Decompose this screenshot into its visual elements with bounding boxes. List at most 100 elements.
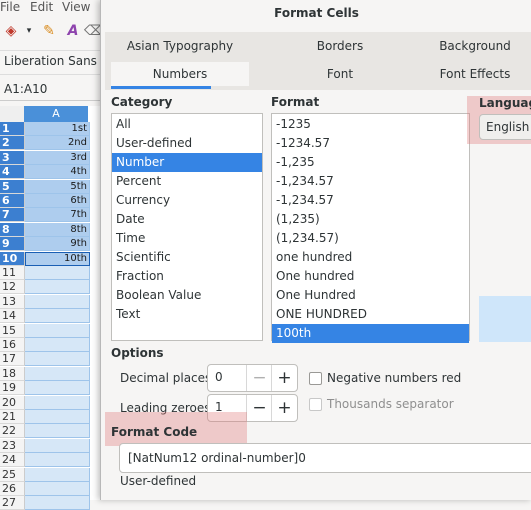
row-header[interactable]: 23 [0,438,25,453]
format-item[interactable]: ONE HUNDRED [272,305,469,324]
negative-red-checkbox[interactable]: Negative numbers red [309,371,509,385]
clone-formatting-icon[interactable]: ✎ [40,22,58,40]
cell-a15[interactable] [25,323,90,338]
category-item[interactable]: Percent [112,172,262,191]
row-header[interactable]: 8 [0,222,25,237]
cell-a17[interactable] [25,352,90,367]
row-header[interactable]: 25 [0,467,25,482]
cell-a13[interactable] [25,294,90,309]
row-header[interactable]: 17 [0,352,25,367]
row-header[interactable]: 6 [0,194,25,208]
cell-a1[interactable]: 1st [25,122,90,136]
category-item[interactable]: Time [112,229,262,248]
row-header[interactable]: 1 [0,122,25,136]
format-item[interactable]: -1234.57 [272,134,469,153]
format-item[interactable]: one hundred [272,248,469,267]
cell-a12[interactable] [25,280,90,295]
chevron-down-icon[interactable]: ▾ [20,22,38,40]
row-header[interactable]: 13 [0,294,25,309]
format-item[interactable]: One hundred [272,267,469,286]
cell-a16[interactable] [25,338,90,352]
cell-a9[interactable]: 9th [25,237,90,252]
checkbox-box[interactable] [309,372,322,385]
cell-a23[interactable] [25,438,90,453]
row-header[interactable]: 12 [0,280,25,295]
font-color-icon[interactable]: A [64,22,82,40]
row-header[interactable]: 16 [0,338,25,352]
row-header[interactable]: 14 [0,309,25,324]
menu-file[interactable]: File [0,0,20,14]
cell-a3[interactable]: 3rd [25,150,90,165]
category-item[interactable]: Number [112,153,262,172]
font-name-box[interactable]: Liberation Sans [0,50,100,75]
format-item[interactable]: One Hundred [272,286,469,305]
row-header[interactable]: 7 [0,208,25,223]
cell-a24[interactable] [25,453,90,468]
category-item[interactable]: Fraction [112,267,262,286]
checkbox-box[interactable] [309,398,322,411]
row-header[interactable]: 27 [0,496,25,510]
row-header[interactable]: 19 [0,381,25,396]
cell-a7[interactable]: 7th [25,208,90,223]
format-item[interactable]: -1,234.57 [272,172,469,191]
tab-background[interactable]: Background [425,34,525,58]
format-item[interactable]: -1,235 [272,153,469,172]
category-item[interactable]: All [112,115,262,134]
cell-a26[interactable] [25,482,90,496]
format-item[interactable]: (1,234.57) [272,229,469,248]
increment-icon[interactable]: + [271,395,297,421]
decrement-icon[interactable]: − [246,395,272,421]
column-header-a[interactable]: A [24,106,88,122]
decrement-icon[interactable]: − [246,365,272,391]
name-box[interactable]: A1:A10 [0,76,100,101]
row-header[interactable]: 15 [0,323,25,338]
category-item[interactable]: User-defined [112,134,262,153]
tab-font-effects[interactable]: Font Effects [425,62,525,86]
row-header[interactable]: 22 [0,424,25,439]
increment-icon[interactable]: + [271,365,297,391]
cell-a2[interactable]: 2nd [25,136,90,151]
tab-asian-typography[interactable]: Asian Typography [115,34,245,58]
cell-a4[interactable]: 4th [25,165,90,180]
row-header[interactable]: 18 [0,366,25,381]
cell-a6[interactable]: 6th [25,194,90,208]
row-header[interactable]: 26 [0,482,25,496]
row-header[interactable]: 2 [0,136,25,151]
tab-numbers[interactable]: Numbers [111,62,249,86]
row-header[interactable]: 9 [0,237,25,252]
row-header[interactable]: 10 [0,251,25,266]
format-item[interactable]: -1235 [272,115,469,134]
language-select[interactable]: English (U [479,114,531,140]
cell-a25[interactable] [25,467,90,482]
cell-a11[interactable] [25,266,90,280]
spreadsheet-grid[interactable]: A 1 1st 2 2nd 3 3rd 4 4th 5 5th 6 6th 7 7th 8 8th 9 9th 10… [0,106,100,510]
row-header[interactable]: 20 [0,395,25,410]
row-header[interactable]: 11 [0,266,25,280]
cell-a22[interactable] [25,424,90,439]
cell-a27[interactable] [25,496,90,510]
category-list[interactable]: All User-defined Number Percent Currency Date… [111,113,263,341]
menu-view[interactable]: View [62,0,90,14]
category-item[interactable]: Scientific [112,248,262,267]
category-item[interactable]: Boolean Value [112,286,262,305]
format-item[interactable]: 100th [272,324,469,343]
row-header[interactable]: 3 [0,150,25,165]
cell-a19[interactable] [25,381,90,396]
tab-borders[interactable]: Borders [275,34,405,58]
paint-bucket-icon[interactable]: ◈ [2,22,20,40]
cell-a14[interactable] [25,309,90,324]
format-item[interactable]: -1,234.57 [272,191,469,210]
format-code-input[interactable]: [NatNum12 ordinal-number]0 [119,443,531,473]
cell-a10[interactable]: 10th [25,251,90,266]
decimal-places-spinner[interactable]: 0 − + [207,364,298,392]
row-header[interactable]: 5 [0,179,25,194]
row-header[interactable]: 4 [0,165,25,180]
cell-a20[interactable] [25,395,90,410]
category-item[interactable]: Currency [112,191,262,210]
tab-font[interactable]: Font [275,62,405,86]
cell-a5[interactable]: 5th [25,179,90,194]
thousands-separator-checkbox[interactable]: Thousands separator [309,397,509,411]
format-item[interactable]: (1,235) [272,210,469,229]
category-item[interactable]: Date [112,210,262,229]
cell-a8[interactable]: 8th [25,222,90,237]
